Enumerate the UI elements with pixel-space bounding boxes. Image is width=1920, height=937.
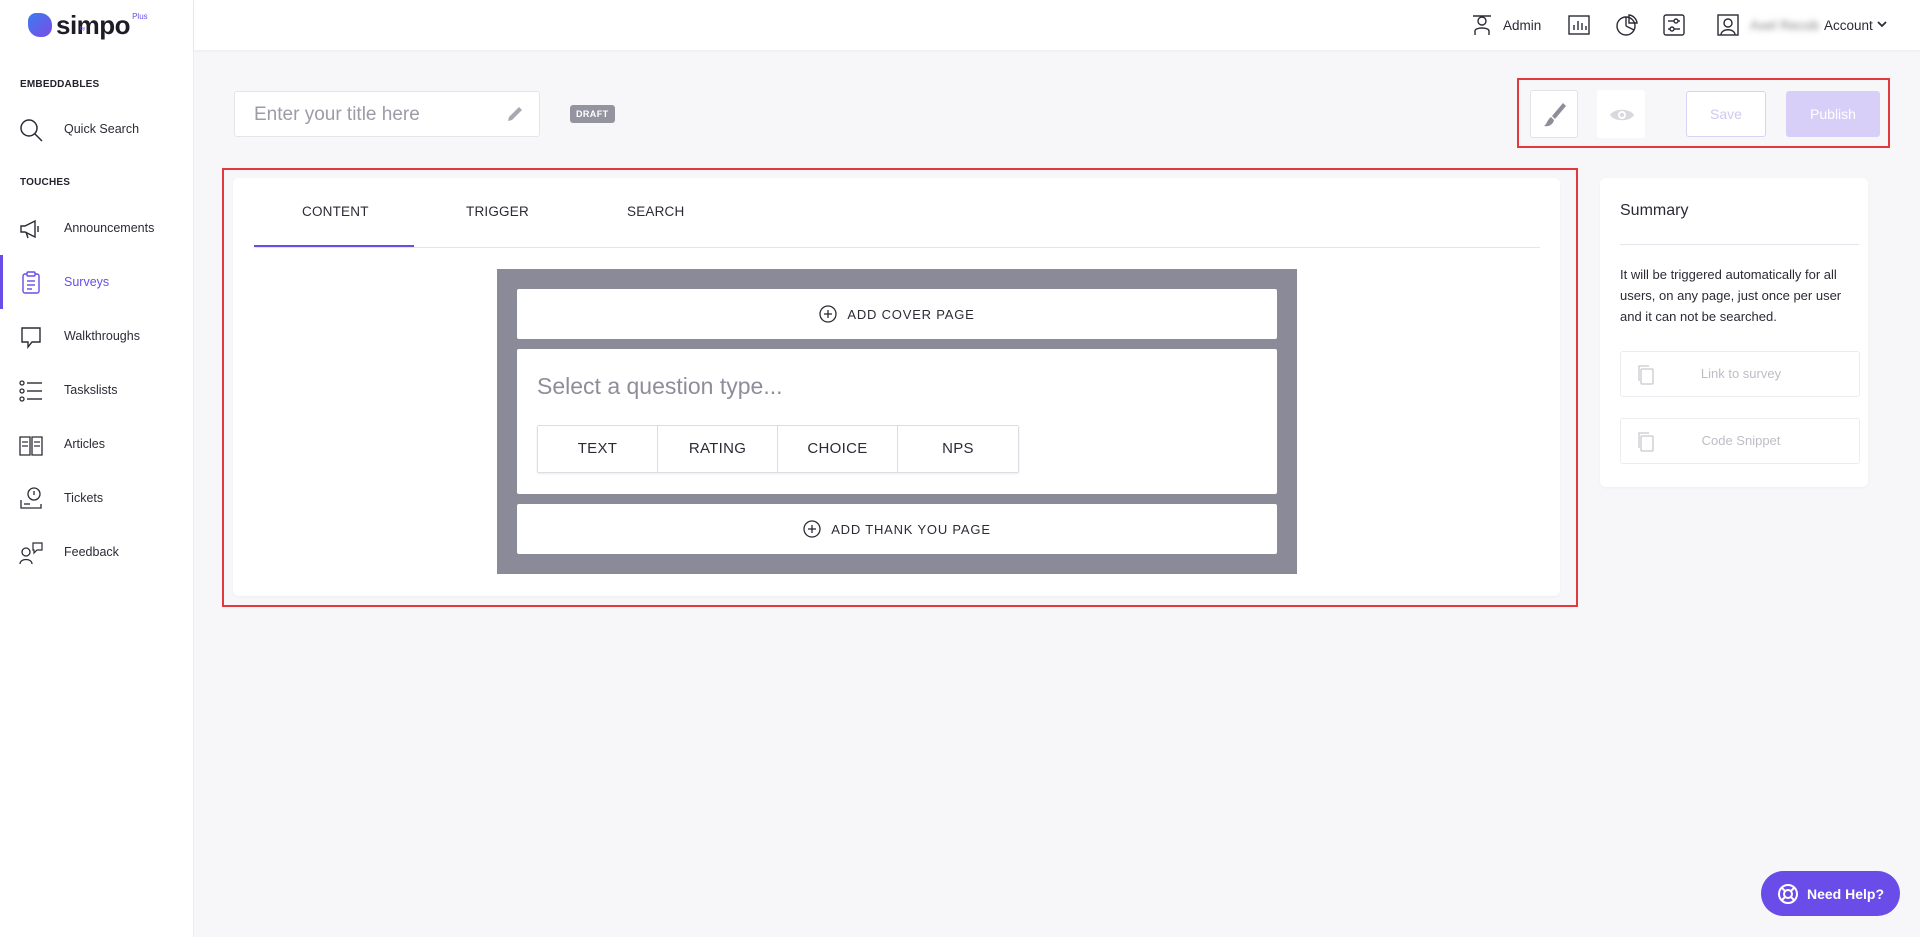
add-cover-page-button[interactable]: ADD COVER PAGE <box>517 289 1277 339</box>
sidebar-item-label: Quick Search <box>64 122 140 136</box>
logo-plus-label: Plus <box>132 11 148 21</box>
feedback-icon <box>19 542 43 565</box>
need-help-button[interactable]: Need Help? <box>1761 871 1900 916</box>
code-snippet-label: Code Snippet <box>1701 433 1781 448</box>
sidebar-item-feedback[interactable]: Feedback <box>0 532 194 572</box>
logo-by-label: by <box>80 26 86 32</box>
sidebar-item-tickets[interactable]: Tickets <box>0 478 194 518</box>
eye-icon <box>1610 109 1634 121</box>
sidebar: simpo Plus by EMBEDDABLES Quick Search T… <box>0 0 194 937</box>
status-badge: DRAFT <box>570 105 615 123</box>
question-type-choice[interactable]: CHOICE <box>778 426 898 472</box>
sidebar-item-label: Feedback <box>64 545 119 559</box>
brush-icon <box>1544 103 1566 127</box>
clipboard-icon <box>22 271 40 294</box>
chat-bubble-icon <box>21 327 41 349</box>
topbar: Admin Axel Recob Account <box>194 0 1920 50</box>
preview-button[interactable] <box>1597 90 1645 138</box>
sidebar-item-quick-search[interactable]: Quick Search <box>0 109 194 149</box>
link-to-survey-label: Link to survey <box>1700 366 1782 381</box>
tab-content[interactable]: CONTENT <box>302 204 369 219</box>
lifebuoy-icon <box>1777 883 1798 904</box>
ticket-icon <box>20 487 42 509</box>
admin-icon[interactable] <box>1470 13 1494 37</box>
title-input[interactable] <box>254 104 494 126</box>
section-label-touches: TOUCHES <box>20 177 71 188</box>
plus-circle-icon <box>803 520 821 538</box>
sidebar-item-label: Tickets <box>64 491 104 505</box>
publish-button[interactable]: Publish <box>1786 91 1880 137</box>
question-type-rating[interactable]: RATING <box>658 426 778 472</box>
sidebar-item-walkthroughs[interactable]: Walkthroughs <box>0 316 194 356</box>
summary-description: It will be triggered automatically for a… <box>1620 267 1842 324</box>
app-logo[interactable]: simpo Plus <box>28 8 148 42</box>
user-icon[interactable] <box>1716 13 1740 37</box>
sidebar-item-taskslists[interactable]: Taskslists <box>0 370 194 410</box>
megaphone-icon <box>20 219 39 239</box>
pencil-icon[interactable] <box>505 104 525 124</box>
logo-text: simpo <box>56 9 131 40</box>
pie-chart-icon[interactable] <box>1615 13 1639 37</box>
analytics-icon[interactable] <box>1567 13 1591 37</box>
sidebar-item-label: Surveys <box>64 275 110 289</box>
code-snippet-button[interactable]: Code Snippet <box>1620 418 1860 464</box>
sidebar-item-surveys[interactable]: Surveys <box>0 255 194 309</box>
tab-trigger[interactable]: TRIGGER <box>466 204 529 219</box>
sidebar-item-articles[interactable]: Articles <box>0 424 194 464</box>
sidebar-item-label: Announcements <box>64 221 155 235</box>
settings-sliders-icon[interactable] <box>1662 13 1686 37</box>
save-button[interactable]: Save <box>1686 91 1766 137</box>
add-thank-you-page-label: ADD THANK YOU PAGE <box>831 521 991 537</box>
book-icon <box>19 436 43 456</box>
logo-mark-icon <box>28 13 52 37</box>
link-to-survey-button[interactable]: Link to survey <box>1620 351 1860 397</box>
question-type-nps[interactable]: NPS <box>898 426 1018 472</box>
add-cover-page-label: ADD COVER PAGE <box>847 306 975 322</box>
question-type-selector: TEXT RATING CHOICE NPS <box>537 425 1019 473</box>
section-label-embeddables: EMBEDDABLES <box>20 79 100 90</box>
sidebar-item-label: Taskslists <box>64 383 118 397</box>
question-type-text[interactable]: TEXT <box>538 426 658 472</box>
active-tab-indicator <box>254 245 414 247</box>
admin-label[interactable]: Admin <box>1503 18 1541 33</box>
user-name: Axel Recob <box>1750 18 1820 33</box>
search-icon <box>20 119 43 142</box>
list-icon <box>19 380 42 402</box>
sidebar-item-announcements[interactable]: Announcements <box>0 208 194 248</box>
style-button[interactable] <box>1530 90 1578 138</box>
summary-title: Summary <box>1620 202 1689 219</box>
question-card: Select a question type... TEXT RATING CH… <box>517 349 1277 494</box>
tab-search[interactable]: SEARCH <box>627 204 684 219</box>
sidebar-item-label: Articles <box>64 437 105 451</box>
chevron-down-icon[interactable] <box>1876 18 1888 30</box>
account-menu[interactable]: Account <box>1824 18 1873 33</box>
question-placeholder: Select a question type... <box>537 373 783 399</box>
title-field[interactable] <box>234 91 540 137</box>
plus-circle-icon <box>819 305 838 323</box>
sidebar-item-label: Walkthroughs <box>64 329 140 343</box>
tab-divider <box>254 247 1540 248</box>
summary-divider <box>1620 244 1859 245</box>
need-help-label: Need Help? <box>1806 885 1884 902</box>
summary-panel: Summary It will be triggered automatical… <box>1600 178 1868 487</box>
add-thank-you-page-button[interactable]: ADD THANK YOU PAGE <box>517 504 1277 554</box>
